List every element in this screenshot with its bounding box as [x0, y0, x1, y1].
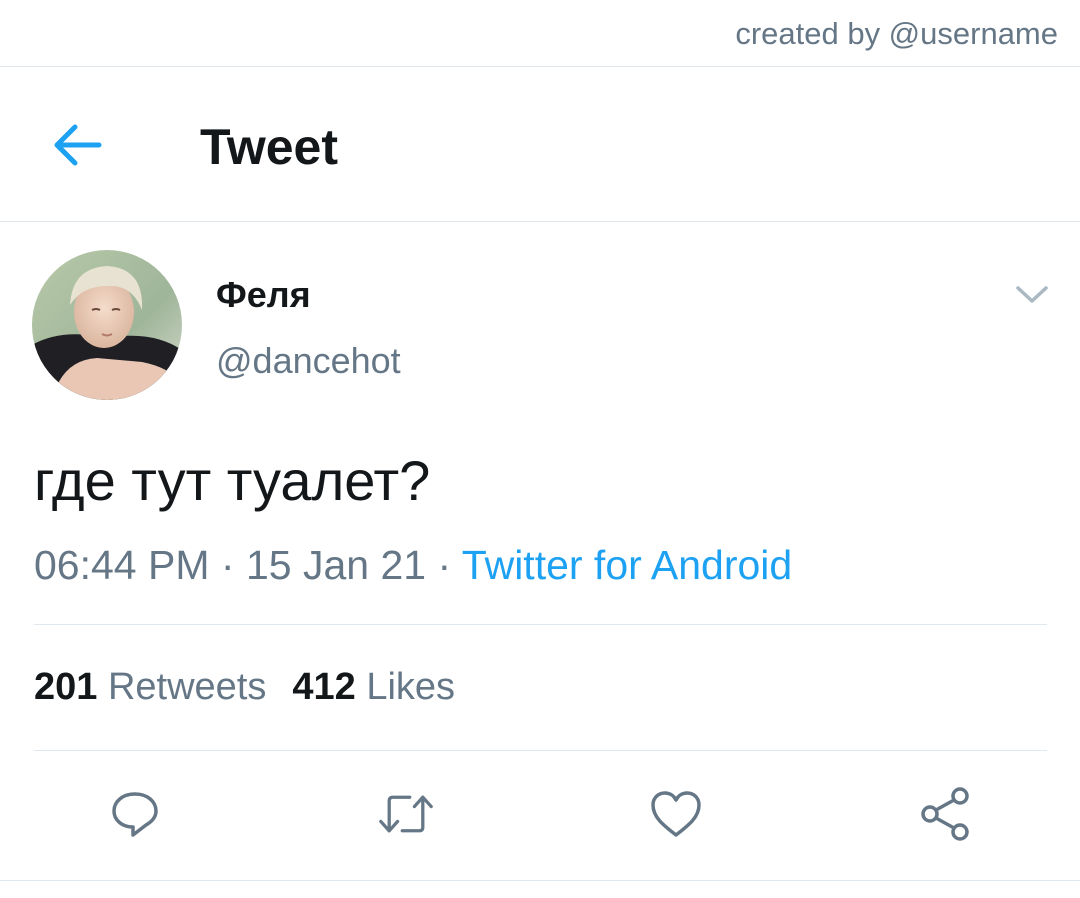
arrow-left-icon: [54, 124, 102, 166]
credit-text: created by @username: [735, 16, 1058, 51]
tweet-source-link[interactable]: Twitter for Android: [462, 542, 792, 588]
meta-separator: ·: [220, 542, 235, 588]
retweets-label: Retweets: [107, 666, 267, 708]
user-handle[interactable]: @dancehot: [216, 340, 401, 382]
display-name[interactable]: Феля: [216, 274, 311, 316]
share-button[interactable]: [918, 786, 974, 842]
tweet-date: 15 Jan 21: [245, 542, 427, 588]
likes-label: Likes: [366, 666, 456, 708]
header: Tweet: [0, 68, 1080, 222]
avatar[interactable]: [32, 250, 182, 400]
retweet-button[interactable]: [378, 786, 434, 842]
avatar-image: [32, 250, 182, 400]
tweet-stats: 201 Retweets 412 Likes: [34, 666, 455, 709]
tweet-meta: 06:44 PM · 15 Jan 21 · Twitter for Andro…: [34, 542, 792, 589]
meta-separator: ·: [437, 542, 452, 588]
tweet-time: 06:44 PM: [34, 542, 210, 588]
likes-count: 412: [292, 666, 356, 708]
reply-button[interactable]: [107, 786, 163, 842]
credit-bar: created by @username: [0, 0, 1080, 67]
reply-icon: [112, 792, 158, 837]
like-icon: [651, 791, 701, 837]
tweet-text: где тут туалет?: [34, 449, 431, 512]
chevron-down-icon: [1016, 286, 1048, 303]
retweet-icon: [379, 795, 433, 833]
divider: [34, 750, 1047, 751]
share-icon: [921, 787, 969, 841]
divider: [34, 624, 1047, 625]
tweet-menu-button[interactable]: [1012, 280, 1052, 310]
like-button[interactable]: [648, 786, 704, 842]
retweets-stat[interactable]: 201 Retweets: [34, 666, 266, 708]
retweets-count: 201: [34, 666, 98, 708]
likes-stat[interactable]: 412 Likes: [292, 666, 455, 708]
back-button[interactable]: [48, 118, 106, 172]
divider: [0, 880, 1080, 881]
page-title: Tweet: [200, 119, 338, 175]
